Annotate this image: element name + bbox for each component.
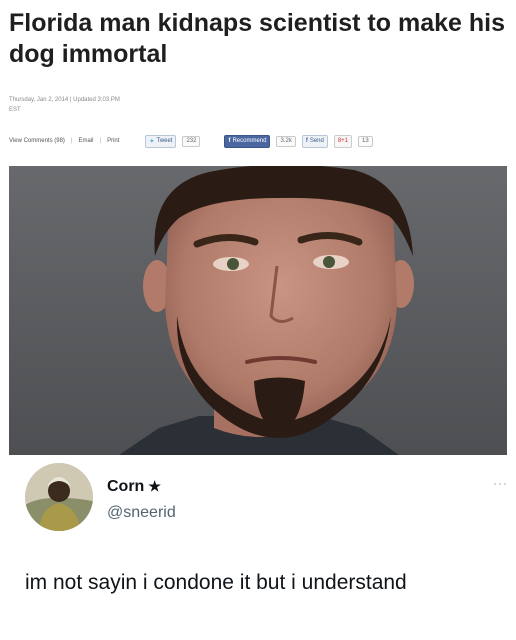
avatar-image xyxy=(25,463,93,531)
share-separator: | xyxy=(70,138,73,144)
facebook-icon: f xyxy=(305,138,308,144)
mugshot-illustration xyxy=(9,166,507,455)
view-comments-link[interactable]: View Comments (98) xyxy=(9,138,65,144)
tweet-text: im not sayin i condone it but i understa… xyxy=(25,571,407,594)
article-dateline: Thursday, Jan 2, 2014 | Updated 3:03 PM xyxy=(9,97,120,103)
print-link[interactable]: Print xyxy=(107,138,119,144)
mugshot-photo xyxy=(9,166,507,455)
more-options-icon[interactable]: ··· xyxy=(493,476,508,490)
news-article: Florida man kidnaps scientist to make hi… xyxy=(0,0,516,458)
article-headline: Florida man kidnaps scientist to make hi… xyxy=(9,9,505,68)
article-timezone: EST xyxy=(9,107,21,113)
star-icon: ★ xyxy=(148,478,161,494)
google-plus-count: 13 xyxy=(358,135,373,147)
twitter-bird-icon: ✦ xyxy=(149,138,155,145)
recommend-count: 3.2k xyxy=(276,135,296,147)
author-name-text: Corn xyxy=(107,478,145,495)
tweet-button-label: Tweet xyxy=(156,138,173,144)
share-bar: View Comments (98) | Email | Print ✦ Twe… xyxy=(9,133,509,149)
google-plus-label: 8+1 xyxy=(337,138,349,144)
tweet-count: 232 xyxy=(182,135,201,147)
avatar[interactable] xyxy=(25,463,93,531)
email-link[interactable]: Email xyxy=(78,138,93,144)
tweet-button[interactable]: ✦ Tweet xyxy=(145,134,177,148)
facebook-icon: f xyxy=(228,138,231,144)
google-plus-button[interactable]: 8+1 xyxy=(333,134,353,148)
share-separator: | xyxy=(99,138,102,144)
recommend-button[interactable]: f Recommend xyxy=(224,134,271,148)
tweet-author-name[interactable]: Corn ★ xyxy=(107,478,161,496)
recommend-button-label: Recommend xyxy=(232,138,267,144)
tweet-author-handle[interactable]: @sneerid xyxy=(107,504,176,522)
send-button-label: Send xyxy=(309,138,324,144)
send-button[interactable]: f Send xyxy=(301,134,328,148)
